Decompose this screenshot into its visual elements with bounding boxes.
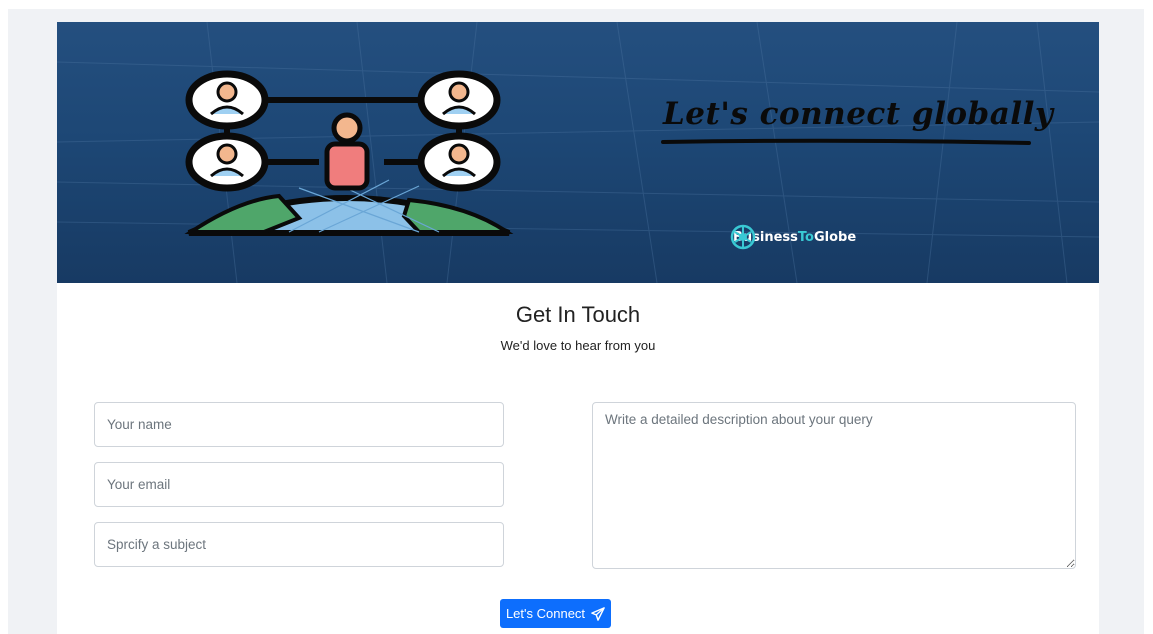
brand-logo: BusinessToGlobe <box>729 224 856 250</box>
email-field[interactable] <box>94 462 504 507</box>
lets-connect-button[interactable]: Let's Connect <box>500 599 611 628</box>
globe-network-icon <box>730 224 756 250</box>
banner-title: Let's connect globally <box>663 96 1054 132</box>
global-network-people-icon <box>184 70 514 236</box>
contact-heading-block: Get In Touch We'd love to hear from you <box>57 301 1099 354</box>
send-icon <box>591 606 605 621</box>
contact-card: Let's connect globally BusinessToGlobe G… <box>57 22 1099 634</box>
message-textarea[interactable] <box>592 402 1076 569</box>
hero-banner: Let's connect globally BusinessToGlobe <box>57 22 1099 283</box>
page-subtitle: We'd love to hear from you <box>500 338 656 353</box>
lets-connect-label: Let's Connect <box>505 606 586 621</box>
name-field[interactable] <box>94 402 504 447</box>
title-underline <box>661 138 1031 145</box>
page-title: Get In Touch <box>515 302 641 327</box>
subject-field[interactable] <box>94 522 504 567</box>
